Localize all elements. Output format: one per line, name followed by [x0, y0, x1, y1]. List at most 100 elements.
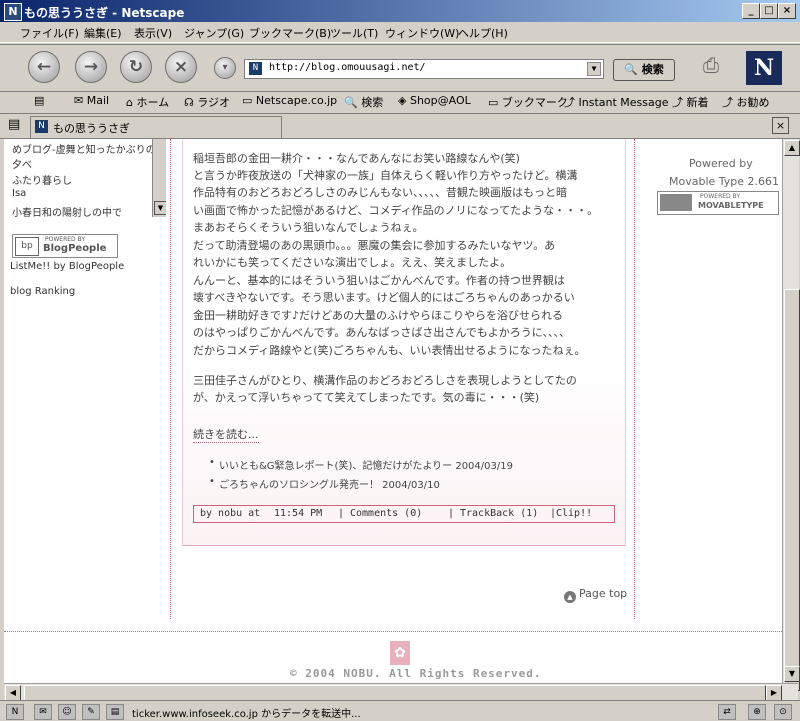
- close-tab-button[interactable]: ×: [772, 117, 789, 134]
- bookmark-instant-message[interactable]: ⤴ Instant Message: [564, 94, 669, 110]
- menu-file[interactable]: ファイル(F): [20, 25, 79, 41]
- reload-button[interactable]: ↻: [120, 51, 152, 83]
- horizontal-scroll-thumb[interactable]: [24, 685, 766, 701]
- scroll-left-arrow-icon[interactable]: ◀: [5, 685, 21, 701]
- blog-ranking-link[interactable]: blog Ranking: [10, 286, 75, 297]
- maximize-button[interactable]: □: [760, 3, 778, 19]
- menu-bookmarks[interactable]: ブックマーク(B): [249, 25, 331, 41]
- menu-go[interactable]: ジャンプ(G): [184, 25, 244, 41]
- author-label: by nobu at: [200, 508, 261, 519]
- mail-icon: ✉: [74, 94, 84, 107]
- footer-divider: [4, 631, 782, 632]
- page-top-link[interactable]: ▲ Page top: [564, 587, 627, 603]
- security-lock-icon[interactable]: ⊕: [748, 704, 766, 720]
- menu-view[interactable]: 表示(V): [134, 25, 172, 41]
- related-entry-link[interactable]: ごろちゃんのソロシングル発売ー！ 2004/03/10: [209, 476, 440, 491]
- bookmark-search[interactable]: 🔍 検索: [344, 94, 383, 110]
- security-lock-icon[interactable]: ⊙: [774, 704, 792, 720]
- movable-type-logo-icon: [660, 194, 692, 211]
- sidebar-link[interactable]: 夕べ: [12, 156, 32, 171]
- page-content: めブログ-虚舞と知ったかぶりの 夕べ ふたり暮らし Isa 小春日和の陽射しの中…: [4, 139, 782, 683]
- menu-bar: ファイル(F) 編集(E) 表示(V) ジャンプ(G) ブックマーク(B) ツー…: [0, 22, 800, 43]
- url-bar[interactable]: N http://blog.omouusagi.net/ ▼: [244, 59, 604, 79]
- menu-tools[interactable]: ツール(T): [330, 25, 378, 41]
- url-dropdown-icon[interactable]: ▼: [587, 62, 601, 76]
- headphones-icon: ☊: [184, 96, 194, 109]
- entry-text-line: と言うか昨夜放送の「犬神家の一族」自体えらく軽い作り方やったけど。横溝: [193, 169, 578, 182]
- personal-toolbar: ▤ ✉ Mail ⌂ ホーム ☊ ラジオ ▭ Netscape.co.jp 🔍 …: [0, 91, 800, 114]
- close-button[interactable]: ×: [778, 3, 796, 19]
- bookmark-radio[interactable]: ☊ ラジオ: [184, 94, 230, 110]
- entry-text-line: い画面で怖かった記憶があるけど、コメディ作品のノリになってたような・・・。: [193, 204, 599, 217]
- scroll-down-arrow-icon[interactable]: ▼: [154, 201, 166, 215]
- navigation-toolbar: ← → ↻ × ▾ N http://blog.omouusagi.net/ ▼…: [0, 44, 800, 92]
- scroll-up-arrow-icon[interactable]: ▲: [784, 140, 800, 156]
- minimize-button[interactable]: _: [742, 3, 760, 19]
- search-button[interactable]: 🔍 検索: [613, 59, 675, 81]
- movable-type-link[interactable]: Movable Type 2.661: [669, 175, 779, 188]
- sidebar-link-list: めブログ-虚舞と知ったかぶりの 夕べ ふたり暮らし Isa 小春日和の陽射しの中…: [6, 139, 166, 219]
- menu-help[interactable]: ヘルプ(H): [458, 25, 508, 41]
- sidebar-link[interactable]: ふたり暮らし: [12, 172, 72, 187]
- netscape-logo[interactable]: N: [746, 51, 782, 85]
- back-button[interactable]: ←: [28, 51, 60, 83]
- sidebar-link[interactable]: Isa: [12, 188, 26, 199]
- sidebar-link[interactable]: 小春日和の陽射しの中で: [12, 204, 122, 219]
- search-icon: 🔍: [344, 96, 358, 109]
- vertical-scroll-thumb[interactable]: [784, 289, 800, 691]
- tab-current[interactable]: N もの思ううさぎ: [30, 116, 282, 138]
- toolbar-grip-icon[interactable]: ▤: [34, 94, 44, 107]
- bookmark-shop[interactable]: ◈ Shop@AOL: [398, 94, 471, 107]
- left-sidebar: めブログ-虚舞と知ったかぶりの 夕べ ふたり暮らし Isa 小春日和の陽射しの中…: [4, 139, 171, 619]
- bookmark-recommend[interactable]: ⤴ お勧め: [722, 94, 770, 110]
- window-title: もの思ううさぎ - Netscape: [24, 6, 185, 20]
- tab-list-icon[interactable]: ▤: [8, 117, 20, 132]
- powered-by-label: Powered by: [689, 157, 753, 170]
- site-favicon-icon: N: [35, 120, 48, 133]
- scroll-right-arrow-icon[interactable]: ▶: [766, 685, 782, 701]
- entry-text-line: 稲垣吾郎の金田一耕介・・・なんであんなにお笑い路線なんや(笑): [193, 152, 520, 165]
- blogpeople-badge[interactable]: bp POWERED BY BlogPeople: [12, 234, 118, 258]
- address-book-icon[interactable]: ▤: [106, 704, 124, 720]
- stop-button[interactable]: ×: [165, 51, 197, 83]
- copyright: © 2004 NOBU. All Rights Reserved.: [290, 667, 542, 680]
- bookmark-folder[interactable]: ▭ ブックマーク: [488, 94, 568, 110]
- forward-button[interactable]: →: [75, 51, 107, 83]
- related-entry-link[interactable]: いいとも&G緊急レポート(笑)、記憶だけがたよりー 2004/03/19: [209, 457, 513, 472]
- bookmark-mail[interactable]: ✉ Mail: [74, 94, 109, 107]
- listme-link[interactable]: ListMe!! by BlogPeople: [10, 261, 124, 272]
- entry-text-line: んんーと、基本的にはそういう狙いはごかんべんです。作者の持つ世界観は: [193, 274, 565, 287]
- url-input[interactable]: http://blog.omouusagi.net/: [269, 62, 426, 73]
- comments-link[interactable]: Comments (0): [350, 506, 422, 522]
- permalink-time[interactable]: 11:54 PM: [274, 506, 322, 522]
- entry-footer: by nobu at 11:54 PM | Comments (0) | Tra…: [193, 505, 615, 523]
- sidebar-link[interactable]: めブログ-虚舞と知ったかぶりの: [12, 141, 156, 156]
- bookmark-new[interactable]: ⤴ 新着: [672, 94, 709, 110]
- blog-entry: 稲垣吾郎の金田一耕介・・・なんであんなにお笑い路線なんや(笑) と言うか昨夜放送…: [182, 139, 626, 546]
- scroll-down-arrow-icon[interactable]: ▼: [784, 666, 800, 682]
- vertical-scrollbar[interactable]: ▲ ▼: [782, 139, 800, 691]
- tab-bar: ▤ N もの思ううさぎ ×: [0, 114, 800, 139]
- composer-icon[interactable]: ✎: [82, 704, 100, 720]
- link-icon: ⤴: [672, 96, 683, 109]
- bookmark-netscape[interactable]: ▭ Netscape.co.jp: [242, 94, 337, 107]
- history-dropdown-button[interactable]: ▾: [214, 57, 236, 79]
- movable-type-badge[interactable]: POWERED BY MOVABLETYPE: [657, 191, 779, 215]
- horizontal-scrollbar[interactable]: ◀ ▶: [4, 683, 798, 701]
- entry-text-line: だからコメディ路線やと(笑)ごろちゃんも、いい表情出せるようになったねぇ。: [193, 344, 586, 357]
- entry-text-line: 三田佳子さんがひとり、横溝作品のおどろおどろしさを表現しようとしてたの: [193, 374, 577, 387]
- menu-window[interactable]: ウィンドウ(W): [385, 25, 459, 41]
- mail-icon[interactable]: ✉: [34, 704, 52, 720]
- sidebar-scrollbar[interactable]: ▼: [152, 139, 166, 217]
- instant-message-icon[interactable]: ☺: [58, 704, 76, 720]
- window-titlebar: N もの思ううさぎ - Netscape _ □ ×: [0, 0, 800, 22]
- status-text: ticker.www.infoseek.co.jp からデータを転送中...: [132, 709, 361, 720]
- bookmark-home[interactable]: ⌂ ホーム: [126, 94, 169, 110]
- entry-text-line: のはやっぱりごかんべんです。あんなばっさばさ出さんでもよかろうに、、、、: [193, 326, 570, 339]
- read-more-link[interactable]: 続きを読む...: [193, 426, 259, 443]
- menu-edit[interactable]: 編集(E): [84, 25, 122, 41]
- trackback-link[interactable]: TrackBack (1): [460, 506, 538, 522]
- clip-link[interactable]: Clip!!: [556, 506, 592, 522]
- navigator-icon[interactable]: N: [6, 704, 24, 720]
- print-icon[interactable]: ⎙: [696, 53, 726, 79]
